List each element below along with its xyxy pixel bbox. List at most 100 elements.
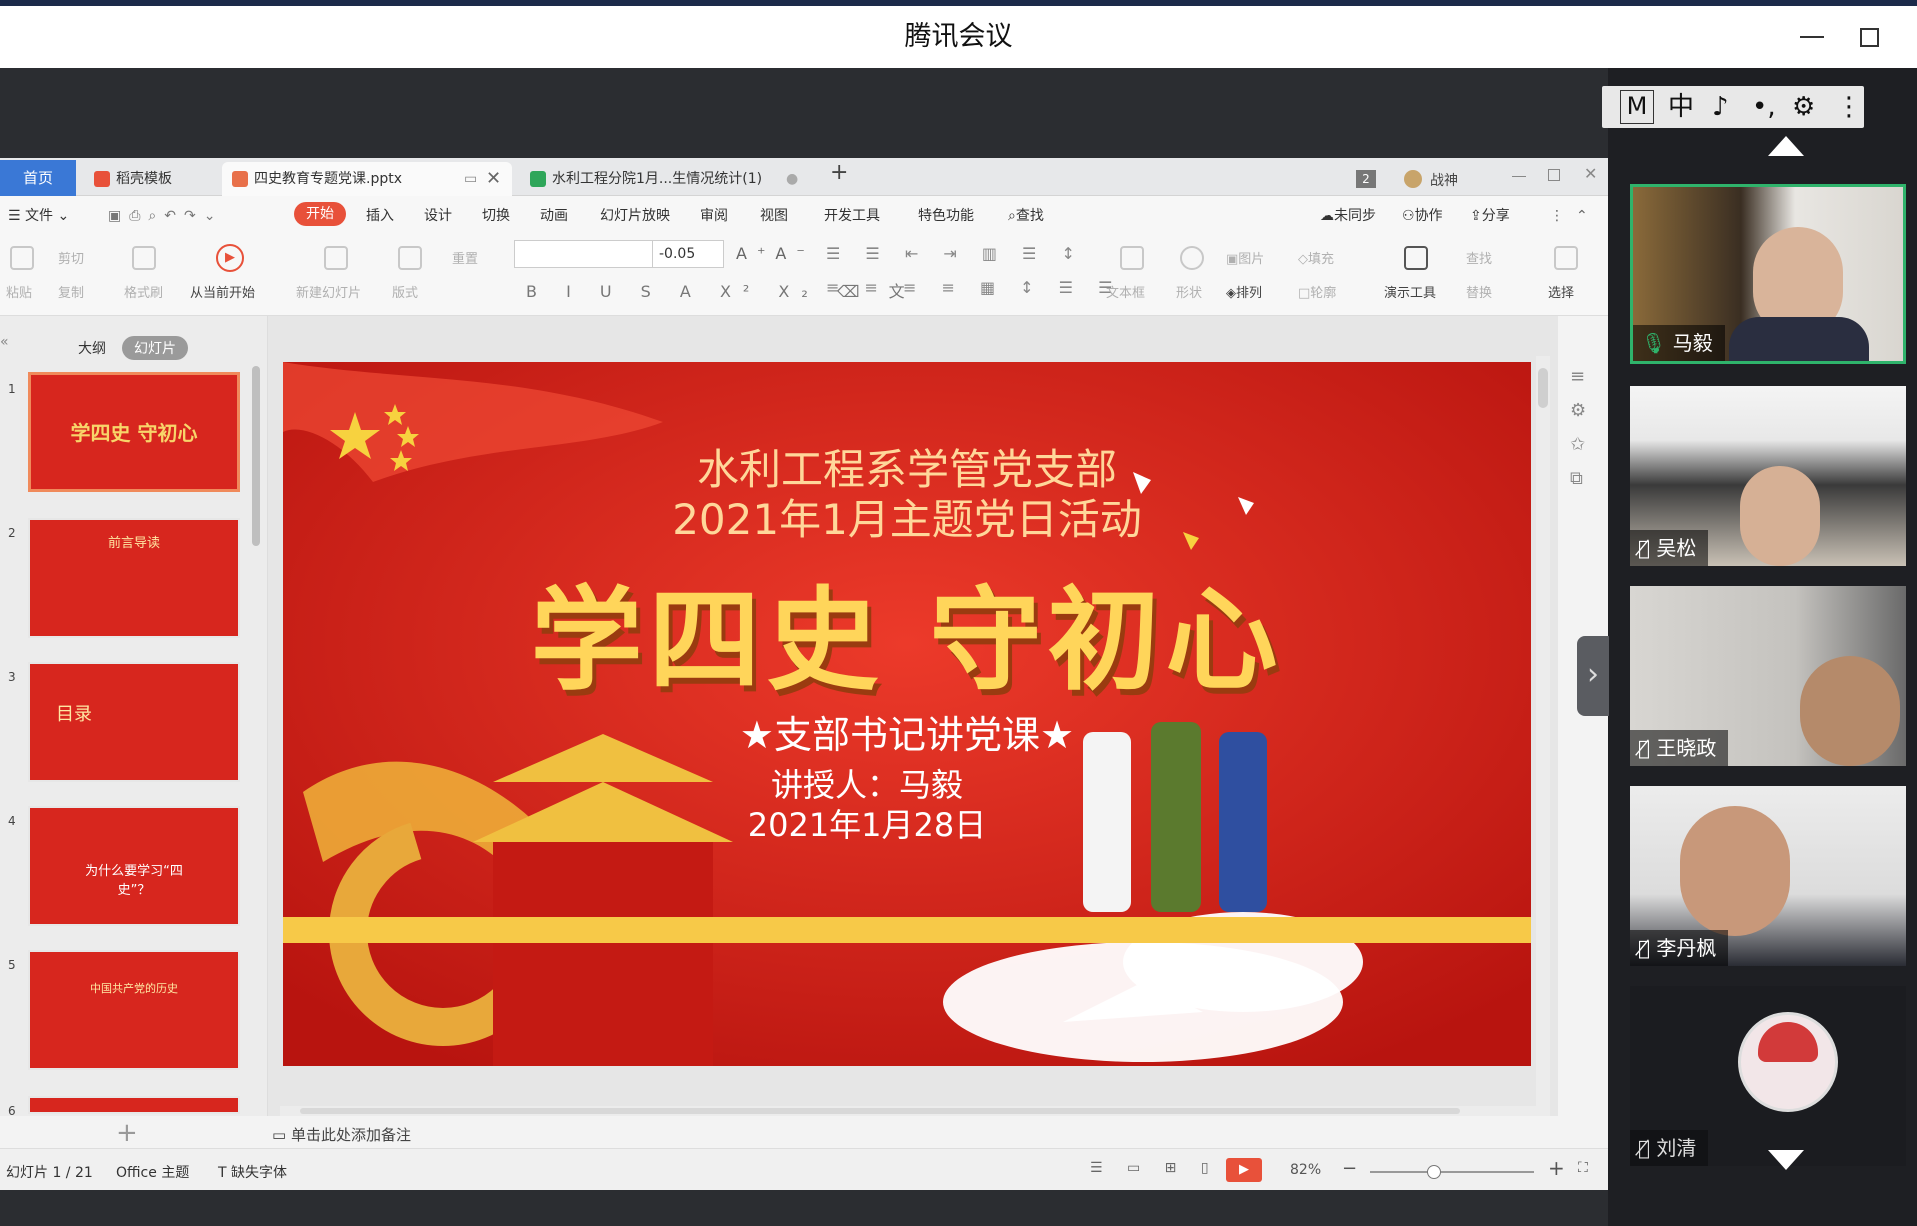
font-name-input[interactable] — [514, 240, 654, 268]
slide-thumbnail-3[interactable]: 目录 — [28, 662, 240, 782]
tab-templates[interactable]: 稻壳模板 — [84, 162, 218, 196]
collapse-panel-button[interactable]: › — [1577, 636, 1609, 716]
menu-animation[interactable]: 动画 — [540, 204, 568, 228]
missing-font-button[interactable]: T 缺失字体 — [218, 1162, 287, 1182]
textbox-icon[interactable] — [1120, 246, 1144, 270]
video-tile[interactable]: 🎙̸ 李丹枫 — [1630, 786, 1906, 966]
user-name[interactable]: 战神 — [1430, 170, 1458, 190]
menu-transition[interactable]: 切换 — [482, 204, 510, 228]
file-menu[interactable]: ☰ 文件 ⌄ — [8, 204, 69, 228]
video-tile-speaker[interactable]: 🎙 马毅 — [1630, 184, 1906, 364]
arrange-button[interactable]: ◈排列 — [1226, 282, 1262, 301]
ime-more-icon[interactable]: ⋮ — [1836, 86, 1862, 128]
pane-scrollbar[interactable] — [252, 366, 260, 546]
menu-start[interactable]: 开始 — [294, 202, 346, 226]
menu-slideshow[interactable]: 幻灯片放映 — [600, 204, 670, 228]
zoom-in-icon[interactable]: + — [1548, 1156, 1565, 1180]
select-icon[interactable] — [1554, 246, 1578, 270]
wps-minimize-icon[interactable] — [1512, 176, 1526, 177]
close-tab-icon[interactable]: ✕ — [486, 162, 501, 196]
shape-icon[interactable] — [1180, 246, 1204, 270]
slide-thumbnail-1[interactable]: 学四史 守初心 — [28, 372, 240, 492]
menu-design[interactable]: 设计 — [424, 204, 452, 228]
cut-button[interactable]: 剪切 — [58, 248, 84, 267]
scroll-down-icon[interactable] — [1768, 1150, 1804, 1170]
textbox-button[interactable]: 文本框 — [1106, 282, 1145, 301]
outline-tab[interactable]: 大纲 — [78, 338, 106, 358]
sync-status[interactable]: ☁未同步 — [1320, 204, 1376, 228]
tab-home[interactable]: 首页 — [0, 160, 76, 196]
image-button[interactable]: ▣图片 — [1226, 248, 1264, 267]
new-slide-icon[interactable] — [324, 246, 348, 270]
monitor-icon[interactable]: ▭ — [464, 162, 477, 196]
share-button[interactable]: ⇪分享 — [1470, 204, 1510, 228]
menu-review[interactable]: 审阅 — [700, 204, 728, 228]
video-tile[interactable]: 🎙̸ 王晓政 — [1630, 586, 1906, 766]
video-tile-avatar[interactable]: 🎙̸ 刘清 — [1630, 986, 1906, 1166]
paste-icon[interactable] — [10, 246, 34, 270]
vertical-scrollbar[interactable] — [1536, 356, 1550, 1116]
collaborate-button[interactable]: ⚇协作 — [1402, 204, 1443, 228]
video-tile[interactable]: 🎙̸ 吴松 — [1630, 386, 1906, 566]
font-grow-shrink-icons[interactable]: A⁺A⁻ — [736, 244, 815, 263]
find-button[interactable]: 查找 — [1466, 248, 1492, 267]
menu-insert[interactable]: 插入 — [366, 204, 394, 228]
menu-special[interactable]: 特色功能 — [918, 204, 974, 228]
slide-thumbnail-2[interactable]: 前言导读 — [28, 518, 240, 638]
new-tab-button[interactable]: + — [830, 160, 848, 185]
ime-moon-icon[interactable]: ♪ — [1712, 86, 1729, 128]
layout-icon[interactable] — [398, 246, 422, 270]
paste-button[interactable]: 粘贴 — [6, 282, 32, 301]
collapse-ribbon-icon[interactable]: ⌃ — [1576, 204, 1588, 228]
search-button[interactable]: ⌕查找 — [1008, 204, 1044, 228]
add-slide-button[interactable]: + — [116, 1118, 138, 1148]
slide-thumbnail-4[interactable]: 为什么要学习“四史”？ — [28, 806, 240, 926]
shape-button[interactable]: 形状 — [1176, 282, 1202, 301]
vertical-scroll-thumb[interactable] — [1538, 368, 1548, 408]
slide-thumbnail-5[interactable]: 中国共产党的历史 — [28, 950, 240, 1070]
alignment-icons-row2[interactable]: ≡ ≡ ≡ ≡ ▦ ↕ ☰ ☰ — [826, 278, 1122, 297]
copy-button[interactable]: 复制 — [58, 282, 84, 301]
current-slide[interactable]: 水利工程系学管党支部 2021年1月主题党日活动 学四史 守初心 ★支部书记讲党… — [283, 362, 1531, 1066]
new-slide-button[interactable]: 新建幻灯片 — [296, 282, 361, 301]
wps-close-icon[interactable]: ✕ — [1584, 164, 1597, 183]
fit-window-icon[interactable]: ⛶ — [1578, 1160, 1588, 1176]
tab-xlsx[interactable]: 水利工程分院1月...生情况统计(1) ● — [520, 162, 810, 196]
more-icon[interactable]: ⋮ — [1550, 204, 1564, 228]
format-painter-button[interactable]: 格式刷 — [124, 282, 163, 301]
select-button[interactable]: 选择 — [1548, 282, 1574, 301]
play-slideshow-button[interactable]: ▶ — [1226, 1158, 1262, 1182]
ime-mode-icon[interactable]: M — [1620, 90, 1654, 124]
user-avatar[interactable] — [1404, 170, 1422, 188]
present-tools-button[interactable]: 演示工具 — [1384, 282, 1436, 301]
zoom-level[interactable]: 82% — [1290, 1162, 1321, 1178]
play-icon[interactable]: ▶ — [216, 244, 244, 272]
wps-restore-icon[interactable] — [1548, 169, 1560, 181]
tab-pptx[interactable]: 四史教育专题党课.pptx ▭ ✕ — [222, 162, 512, 196]
window-count-badge[interactable]: 2 — [1356, 170, 1376, 188]
fill-button[interactable]: ◇填充 — [1298, 248, 1334, 267]
notes-input[interactable]: ▭ 单击此处添加备注 — [272, 1124, 411, 1145]
scroll-up-icon[interactable] — [1768, 136, 1804, 156]
maximize-icon[interactable] — [1860, 28, 1879, 47]
format-painter-icon[interactable] — [132, 246, 156, 270]
quick-access-icons[interactable]: ▣⎙⌕↶↷⌄ — [108, 204, 223, 228]
outline-button[interactable]: □轮廓 — [1298, 282, 1336, 301]
present-tools-icon[interactable] — [1404, 246, 1428, 270]
menu-developer[interactable]: 开发工具 — [824, 204, 880, 228]
paragraph-icons-row1[interactable]: ☰ ☰ ⇤ ⇥ ▥ ☰ ↕ — [826, 244, 1085, 263]
ime-punctuation-icon[interactable]: •, — [1752, 86, 1776, 128]
zoom-slider-handle[interactable] — [1427, 1165, 1441, 1179]
ime-chinese-icon[interactable]: 中 — [1668, 86, 1694, 128]
reset-button[interactable]: 重置 — [452, 248, 478, 267]
zoom-slider[interactable] — [1370, 1171, 1534, 1173]
replace-button[interactable]: 替换 — [1466, 282, 1492, 301]
play-from-current-button[interactable]: 从当前开始 — [190, 282, 255, 301]
layout-button[interactable]: 版式 — [392, 282, 418, 301]
menu-view[interactable]: 视图 — [760, 204, 788, 228]
collapse-pane-icon[interactable]: « — [0, 334, 9, 350]
slides-tab[interactable]: 幻灯片 — [122, 336, 188, 360]
view-mode-icons[interactable]: ☰ ▭ ⊞ ▯ — [1090, 1160, 1219, 1176]
minimize-icon[interactable] — [1800, 36, 1824, 38]
slide-thumbnail-6[interactable] — [28, 1096, 240, 1114]
